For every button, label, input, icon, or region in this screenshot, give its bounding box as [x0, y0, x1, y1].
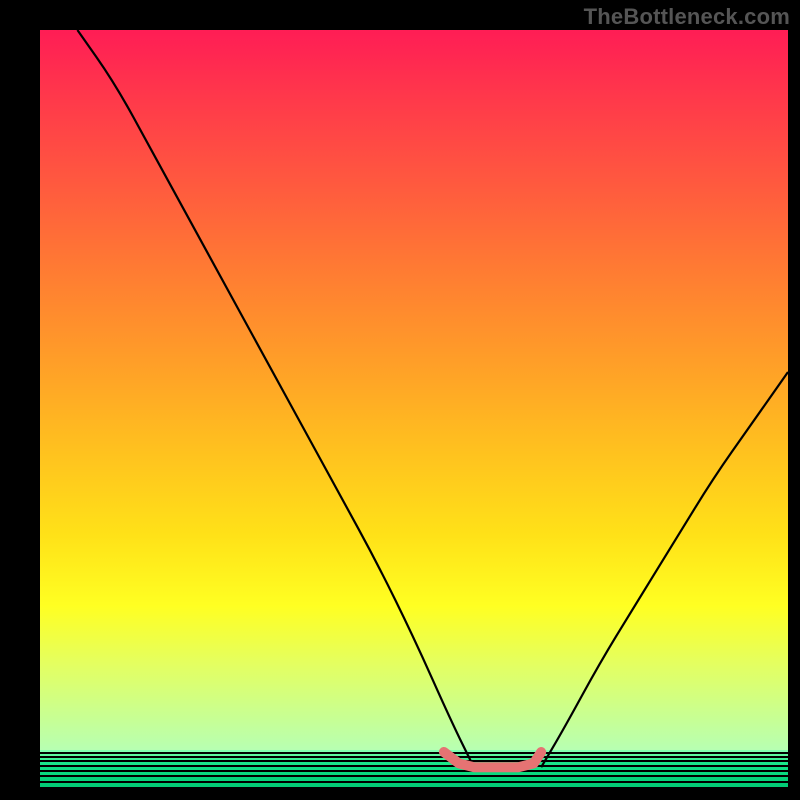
bottom-accent	[444, 752, 541, 767]
plot-area	[40, 30, 788, 790]
chart-frame: TheBottleneck.com	[0, 0, 800, 800]
curve-left	[77, 30, 473, 767]
curves-svg	[40, 30, 788, 790]
curve-right	[541, 372, 788, 767]
watermark-text: TheBottleneck.com	[584, 4, 790, 30]
